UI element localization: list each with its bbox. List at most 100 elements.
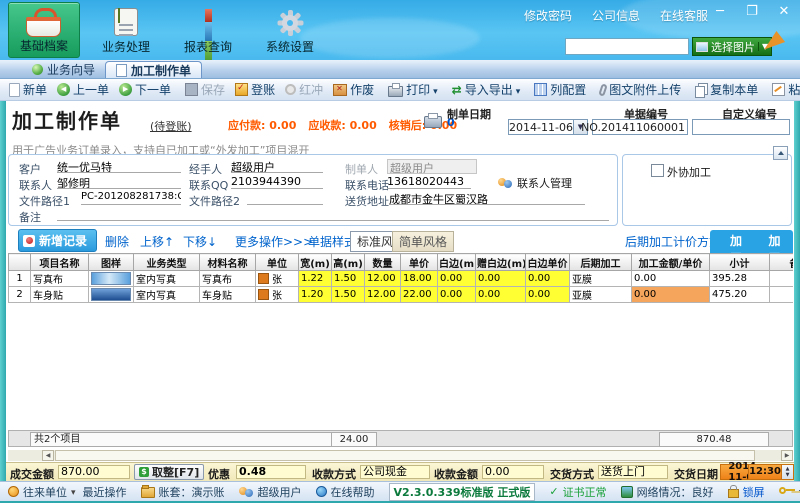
- received-field[interactable]: 0.00: [482, 465, 544, 479]
- cell-picture[interactable]: [88, 286, 134, 303]
- post-account-button[interactable]: 登账: [230, 80, 280, 99]
- qq-field[interactable]: 2103944390: [231, 175, 323, 189]
- nav-item-business[interactable]: 业务处理: [90, 2, 162, 58]
- cell-quantity[interactable]: 12.00: [364, 270, 401, 287]
- cell-row-number[interactable]: 1: [8, 270, 31, 287]
- move-up-link[interactable]: 上移↑: [140, 233, 174, 250]
- cell-height[interactable]: 1.50: [331, 270, 365, 287]
- attachment-upload-button[interactable]: 图文附件上传: [595, 80, 686, 99]
- cell-post-process[interactable]: 亚膜: [569, 270, 632, 287]
- tab-business-wizard[interactable]: 业务向导: [22, 61, 105, 78]
- col-white-margin[interactable]: 白边(m): [437, 253, 476, 271]
- print-count-icon[interactable]: [424, 113, 442, 128]
- void-button[interactable]: 作废: [328, 80, 379, 99]
- next-order-button[interactable]: 下一单: [114, 80, 176, 99]
- col-business-type[interactable]: 业务类型: [133, 253, 200, 271]
- spinner-arrows-icon[interactable]: [781, 465, 793, 479]
- current-user[interactable]: 超级用户: [238, 484, 302, 500]
- prev-order-button[interactable]: 上一单: [52, 80, 114, 99]
- cell-height[interactable]: 1.50: [331, 286, 365, 303]
- file-path1-field[interactable]: PC-201208281738:C:\Users: [81, 191, 181, 205]
- col-unit-price[interactable]: 单价: [400, 253, 438, 271]
- minimize-button[interactable]: [712, 4, 728, 19]
- scroll-left-button[interactable]: [42, 450, 54, 461]
- cell-width[interactable]: 1.22: [298, 270, 332, 287]
- cell-post-process[interactable]: 亚膜: [569, 286, 632, 303]
- discount-field[interactable]: 0.48: [236, 465, 306, 479]
- new-order-button[interactable]: 新单: [4, 80, 52, 99]
- online-help[interactable]: 在线帮助: [315, 484, 375, 500]
- horizontal-scrollbar[interactable]: [8, 450, 793, 461]
- col-subtotal[interactable]: 小计: [709, 253, 770, 271]
- round-button[interactable]: 取整[F7]: [134, 464, 205, 480]
- scrollbar-thumb[interactable]: [55, 450, 755, 461]
- link-online-service[interactable]: 在线客服: [660, 7, 708, 24]
- col-picture[interactable]: 图样: [88, 253, 134, 271]
- cell-note[interactable]: [769, 286, 793, 303]
- nav-item-reports[interactable]: 报表查询: [172, 2, 244, 60]
- cell-gift-margin[interactable]: 0.00: [475, 286, 526, 303]
- customer-field[interactable]: 统一优马特: [57, 159, 181, 173]
- cell-picture[interactable]: [88, 270, 134, 287]
- deal-amount-field[interactable]: 870.00: [58, 465, 130, 479]
- pay-method-field[interactable]: 公司现金: [360, 465, 430, 479]
- tab-work-order[interactable]: 加工制作单: [105, 61, 203, 78]
- lock-screen-button[interactable]: 锁屏: [727, 484, 765, 500]
- cell-unit-price[interactable]: 22.00: [400, 286, 438, 303]
- handler-field[interactable]: 超级用户: [231, 159, 323, 173]
- col-gift-margin[interactable]: 赠白边(m): [475, 253, 526, 271]
- table-row[interactable]: 1 写真布 室内写真 写真布 张 1.22 1.50 12.00 18.00 0…: [8, 270, 793, 287]
- copy-order-button[interactable]: 复制本单: [690, 80, 763, 99]
- contact-field[interactable]: 邹修明: [57, 175, 181, 189]
- col-row-number[interactable]: [8, 253, 31, 271]
- cell-unit[interactable]: 张: [255, 286, 299, 303]
- select-image-button[interactable]: 选择图片: [692, 37, 773, 56]
- custom-no-input[interactable]: [693, 120, 789, 134]
- cell-process-amount-selected[interactable]: 0.00: [631, 286, 710, 303]
- cell-subtotal[interactable]: 395.28: [709, 270, 770, 287]
- note-field[interactable]: [57, 207, 609, 221]
- col-width[interactable]: 宽(m): [298, 253, 332, 271]
- outsource-checkbox[interactable]: [651, 164, 664, 177]
- cell-gift-margin[interactable]: 0.00: [475, 270, 526, 287]
- cell-note[interactable]: [769, 270, 793, 287]
- delete-record-link[interactable]: 删除: [105, 233, 129, 250]
- cell-material[interactable]: 车身贴: [199, 286, 256, 303]
- scroll-right-button[interactable]: [781, 450, 793, 461]
- cell-project-name[interactable]: 车身贴: [30, 286, 89, 303]
- col-process-amount[interactable]: 加工金额/单价: [631, 253, 710, 271]
- table-row[interactable]: 2 车身贴 室内写真 车身贴 张 1.20 1.50 12.00 22.00 0…: [8, 286, 793, 303]
- partners-menu[interactable]: 往来单位: [8, 484, 76, 500]
- cell-width[interactable]: 1.20: [298, 286, 332, 303]
- cell-quantity[interactable]: 12.00: [364, 286, 401, 303]
- cell-business-type[interactable]: 室内写真: [133, 270, 200, 287]
- doc-no-field[interactable]: NO.201411060001: [581, 119, 688, 135]
- move-down-link[interactable]: 下移↓: [183, 233, 217, 250]
- col-margin-price[interactable]: 白边单价: [525, 253, 570, 271]
- cell-row-number[interactable]: 2: [8, 286, 31, 303]
- link-company-info[interactable]: 公司信息: [592, 7, 640, 24]
- file-path2-field[interactable]: [247, 191, 323, 205]
- nav-item-basic-files[interactable]: 基础档案: [8, 2, 80, 58]
- make-date-select[interactable]: 2014-11-06: [508, 119, 588, 135]
- import-export-button[interactable]: 导入导出: [447, 80, 526, 99]
- delivery-time-spinner[interactable]: 12:30: [748, 464, 794, 480]
- cell-unit-price[interactable]: 18.00: [400, 270, 438, 287]
- cell-material[interactable]: 写真布: [199, 270, 256, 287]
- red-reverse-button[interactable]: 红冲: [280, 80, 328, 99]
- column-config-button[interactable]: 列配置: [529, 80, 591, 99]
- phone-field[interactable]: 13618020443: [387, 175, 471, 189]
- cell-margin-price[interactable]: 0.00: [525, 286, 570, 303]
- col-note[interactable]: 备注: [769, 253, 793, 271]
- address-field[interactable]: 成都市金牛区蜀汉路: [389, 191, 585, 205]
- cell-white-margin[interactable]: 0.00: [437, 270, 476, 287]
- delivery-method-field[interactable]: 送货上门: [598, 465, 668, 479]
- image-search-input[interactable]: [565, 38, 689, 55]
- print-button[interactable]: 打印: [383, 80, 443, 99]
- link-change-password[interactable]: 修改密码: [524, 7, 572, 24]
- col-project-name[interactable]: 项目名称: [30, 253, 89, 271]
- cell-process-amount[interactable]: 0.00: [631, 270, 710, 287]
- cell-business-type[interactable]: 室内写真: [133, 286, 200, 303]
- cell-unit[interactable]: 张: [255, 270, 299, 287]
- nav-item-settings[interactable]: 系统设置: [254, 2, 326, 58]
